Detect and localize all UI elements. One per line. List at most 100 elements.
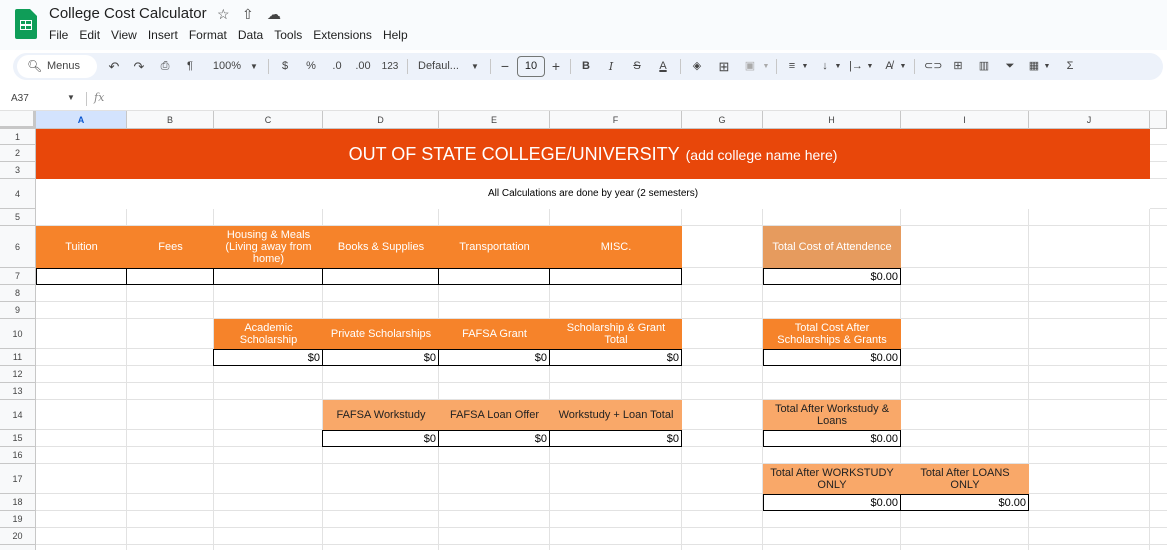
font-select[interactable]: Defaul... (418, 53, 466, 80)
menu-format[interactable]: Format (189, 28, 227, 42)
wrap-chevron-down-icon[interactable]: ▼ (866, 53, 874, 80)
paint-format-icon[interactable]: ¶ (183, 53, 197, 80)
print-icon[interactable]: ⎙ (158, 53, 172, 80)
decrease-decimal-button[interactable]: .0 (329, 53, 345, 80)
column-header-i[interactable]: I (901, 111, 1029, 129)
header-fafsa-loan-offer[interactable]: FAFSA Loan Offer (439, 400, 550, 430)
input-housing-meals[interactable] (213, 268, 323, 285)
merge-chevron-down-icon[interactable]: ▼ (762, 53, 770, 80)
vertical-align-icon[interactable]: ↓ (818, 53, 832, 80)
input-transportation[interactable] (438, 268, 550, 285)
column-header-g[interactable]: G (682, 111, 763, 129)
banner-title[interactable]: OUT OF STATE COLLEGE/UNIVERSITY (add col… (36, 129, 1150, 179)
horizontal-align-icon[interactable]: ≡ (785, 53, 799, 80)
functions-icon[interactable]: Σ (1063, 53, 1077, 80)
star-icon[interactable]: ☆ (217, 6, 230, 23)
menus-search-button[interactable]: 🔍︎ Menus (17, 55, 97, 78)
menu-view[interactable]: View (111, 28, 137, 42)
redo-icon[interactable]: ↷ (132, 53, 146, 80)
menu-help[interactable]: Help (383, 28, 408, 42)
row-header[interactable]: 14 (0, 400, 36, 430)
header-fafsa-grant[interactable]: FAFSA Grant (439, 319, 550, 349)
font-size-input[interactable]: 10 (517, 56, 545, 77)
row-header[interactable]: 20 (0, 528, 36, 545)
menu-extensions[interactable]: Extensions (313, 28, 372, 42)
font-chevron-down-icon[interactable]: ▼ (470, 53, 480, 80)
document-title[interactable]: College Cost Calculator (49, 5, 207, 22)
name-box-chevron-down-icon[interactable]: ▼ (67, 93, 75, 102)
calculation-note[interactable]: All Calculations are done by year (2 sem… (36, 179, 1150, 209)
fill-color-icon[interactable]: ◈ (690, 53, 704, 80)
row-header[interactable]: 13 (0, 383, 36, 400)
input-tuition[interactable] (36, 268, 127, 285)
row-header[interactable]: 17 (0, 464, 36, 494)
column-header-a[interactable]: A (36, 111, 127, 129)
input-books-supplies[interactable] (322, 268, 439, 285)
value-private-scholarships[interactable]: $0 (322, 349, 439, 366)
text-wrap-icon[interactable]: |→ (849, 53, 863, 80)
header-total-cost-attendance[interactable]: Total Cost of Attendence (763, 226, 901, 268)
header-fees[interactable]: Fees (127, 226, 214, 268)
valign-chevron-down-icon[interactable]: ▼ (834, 53, 842, 80)
header-tuition[interactable]: Tuition (36, 226, 127, 268)
menu-file[interactable]: File (49, 28, 68, 42)
increase-font-size-icon[interactable]: + (550, 53, 562, 80)
row-header[interactable]: 2 (0, 145, 36, 162)
header-private-scholarships[interactable]: Private Scholarships (323, 319, 439, 349)
increase-decimal-button[interactable]: .00 (354, 53, 372, 80)
column-header-d[interactable]: D (323, 111, 439, 129)
value-scholarship-grant-total[interactable]: $0 (549, 349, 682, 366)
row-header[interactable]: 7 (0, 268, 36, 285)
currency-format-button[interactable]: $ (279, 53, 291, 80)
value-fafsa-grant[interactable]: $0 (438, 349, 550, 366)
row-header[interactable]: 11 (0, 349, 36, 366)
rotation-chevron-down-icon[interactable]: ▼ (899, 53, 907, 80)
header-books-supplies[interactable]: Books & Supplies (323, 226, 439, 268)
text-rotation-icon[interactable]: A̸ (882, 53, 896, 80)
value-fafsa-workstudy[interactable]: $0 (322, 430, 439, 447)
chart-icon[interactable]: ▥ (977, 53, 991, 80)
header-housing-meals[interactable]: Housing & Meals (Living away from home) (214, 226, 323, 268)
value-total-after-scholarships[interactable]: $0.00 (763, 349, 901, 366)
borders-icon[interactable]: ⊞ (717, 53, 731, 80)
italic-button[interactable]: I (605, 53, 617, 80)
input-misc[interactable] (549, 268, 682, 285)
number-format-button[interactable]: 123 (381, 53, 399, 80)
value-total-after-workstudy-loans[interactable]: $0.00 (763, 430, 901, 447)
row-header[interactable]: 12 (0, 366, 36, 383)
row-header[interactable]: 1 (0, 129, 36, 145)
header-academic-scholarship[interactable]: Academic Scholarship (214, 319, 323, 349)
menu-data[interactable]: Data (238, 28, 263, 42)
select-all-corner[interactable] (0, 111, 36, 129)
header-total-after-scholarships[interactable]: Total Cost After Scholarships & Grants (763, 319, 901, 349)
strikethrough-button[interactable]: S (631, 53, 643, 80)
value-academic-scholarship[interactable]: $0 (213, 349, 323, 366)
link-icon[interactable]: ⊂⊃ (924, 53, 942, 80)
header-total-after-loans-only[interactable]: Total After LOANS ONLY (901, 464, 1029, 494)
header-misc[interactable]: MISC. (550, 226, 682, 268)
column-header-h[interactable]: H (763, 111, 901, 129)
name-box[interactable]: A37 (11, 93, 29, 104)
row-header[interactable]: 19 (0, 511, 36, 528)
menu-insert[interactable]: Insert (148, 28, 178, 42)
header-transportation[interactable]: Transportation (439, 226, 550, 268)
sheets-logo-icon[interactable] (15, 9, 37, 39)
row-header[interactable]: 3 (0, 162, 36, 179)
row-header[interactable]: 6 (0, 226, 36, 268)
input-fees[interactable] (126, 268, 214, 285)
zoom-select[interactable]: 100% (210, 53, 244, 80)
row-header[interactable]: 4 (0, 179, 36, 209)
row-header[interactable]: 9 (0, 302, 36, 319)
value-workstudy-loan-total[interactable]: $0 (549, 430, 682, 447)
column-header-b[interactable]: B (127, 111, 214, 129)
sheet-grid[interactable]: A B C D E F G H I J 1 2 3 4 5 6 7 8 9 10… (0, 111, 1167, 550)
undo-icon[interactable]: ↶ (107, 53, 121, 80)
text-color-button[interactable]: A (656, 53, 670, 80)
column-header-f[interactable]: F (550, 111, 682, 129)
menu-edit[interactable]: Edit (79, 28, 100, 42)
filter-views-icon[interactable]: ▦ (1027, 53, 1041, 80)
zoom-chevron-down-icon[interactable]: ▼ (249, 53, 259, 80)
row-header[interactable]: 18 (0, 494, 36, 511)
column-header-e[interactable]: E (439, 111, 550, 129)
filter-views-chevron-down-icon[interactable]: ▼ (1043, 53, 1051, 80)
